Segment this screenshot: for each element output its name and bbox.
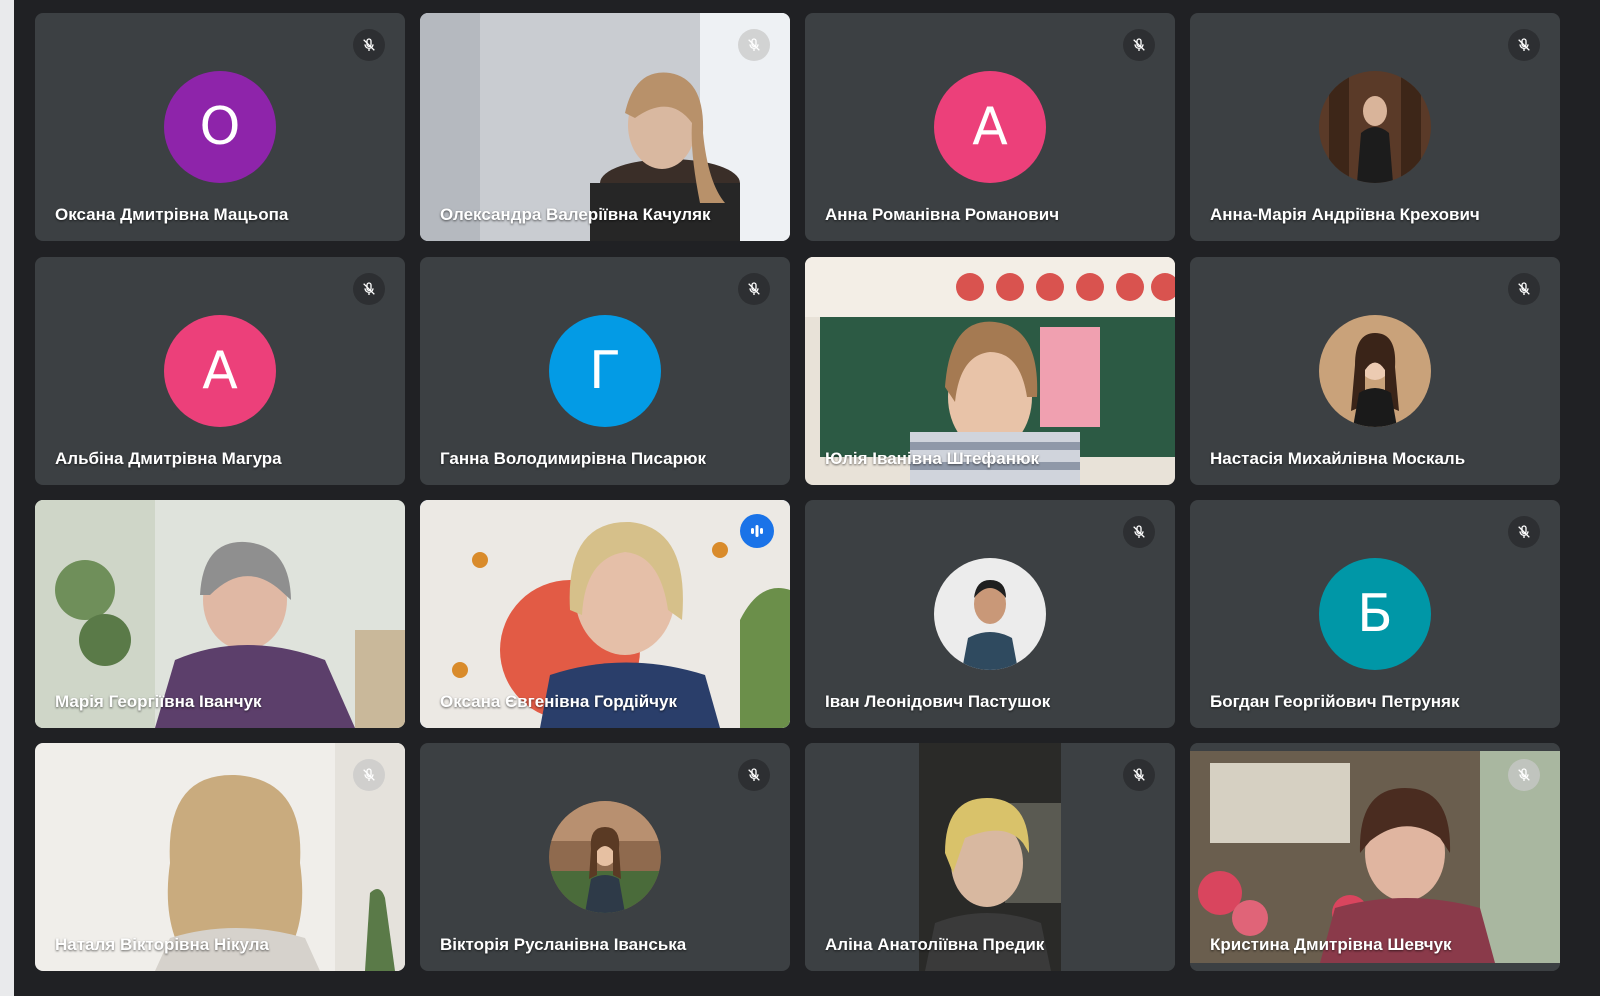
mic-off-icon <box>738 29 770 61</box>
participant-tile[interactable]: Анна-Марія Андріївна Крехович <box>1190 13 1560 241</box>
participant-tile[interactable]: Олександра Валеріївна Качуляк <box>420 13 790 241</box>
participant-name: Настасія Михайлівна Москаль <box>1210 449 1466 468</box>
participant-name: Наталя Вікторівна Нікула <box>55 935 269 954</box>
mic-off-icon <box>1123 29 1155 61</box>
participant-name: Альбіна Дмитрівна Магура <box>55 449 282 468</box>
avatar <box>549 801 661 913</box>
participant-tile[interactable]: Вікторія Русланівна Іванська <box>420 743 790 971</box>
participant-name: Богдан Георгійович Петруняк <box>1210 692 1460 711</box>
participant-tile[interactable]: Г Ганна Володимирівна Писарюк <box>420 257 790 485</box>
mic-off-icon <box>1123 516 1155 548</box>
avatar: Г <box>549 315 661 427</box>
participant-name: Юлія Іванівна Штефанюк <box>825 449 1040 468</box>
participant-name: Іван Леонідович Пастушок <box>825 692 1051 711</box>
participant-tile[interactable]: Б Богдан Георгійович Петруняк <box>1190 500 1560 728</box>
participant-tile[interactable]: А Анна Романівна Романович <box>805 13 1175 241</box>
participant-name: Оксана Дмитрівна Мацьопа <box>55 205 289 224</box>
participant-tile[interactable]: Аліна Анатоліївна Предик <box>805 743 1175 971</box>
participant-tile[interactable]: Іван Леонідович Пастушок <box>805 500 1175 728</box>
audio-level-icon <box>740 514 774 548</box>
participant-tile[interactable]: О Оксана Дмитрівна Мацьопа <box>35 13 405 241</box>
mic-off-icon <box>1508 759 1540 791</box>
window-edge <box>0 0 14 996</box>
mic-off-icon <box>1508 29 1540 61</box>
meeting-grid: О Оксана Дмитрівна Мацьопа Олександра Ва… <box>0 0 1600 996</box>
mic-off-icon <box>738 273 770 305</box>
participant-tile[interactable]: Настасія Михайлівна Москаль <box>1190 257 1560 485</box>
mic-off-icon <box>353 29 385 61</box>
participant-name: Анна Романівна Романович <box>825 205 1060 224</box>
participant-tile[interactable]: Кристина Дмитрівна Шевчук <box>1190 743 1560 971</box>
participant-tile[interactable]: Юлія Іванівна Штефанюк <box>805 257 1175 485</box>
participant-tile[interactable]: Наталя Вікторівна Нікула <box>35 743 405 971</box>
participant-tile[interactable]: Марія Георгіївна Іванчук <box>35 500 405 728</box>
avatar: О <box>164 71 276 183</box>
avatar <box>934 558 1046 670</box>
avatar <box>1319 315 1431 427</box>
participant-name: Анна-Марія Андріївна Крехович <box>1210 205 1480 224</box>
mic-off-icon <box>353 759 385 791</box>
participant-name: Кристина Дмитрівна Шевчук <box>1210 935 1452 954</box>
mic-off-icon <box>353 273 385 305</box>
participant-name: Марія Георгіївна Іванчук <box>55 692 262 711</box>
participant-name: Вікторія Русланівна Іванська <box>440 935 687 954</box>
participant-name: Олександра Валеріївна Качуляк <box>440 205 711 224</box>
mic-off-icon <box>1123 759 1155 791</box>
mic-off-icon <box>1508 273 1540 305</box>
participant-name: Аліна Анатоліївна Предик <box>825 935 1045 954</box>
participant-name: Оксана Євгенівна Гордійчук <box>440 692 677 711</box>
avatar: Б <box>1319 558 1431 670</box>
avatar: А <box>934 71 1046 183</box>
participant-tile-active-speaker[interactable]: Оксана Євгенівна Гордійчук <box>420 500 790 728</box>
avatar <box>1319 71 1431 183</box>
participant-name: Ганна Володимирівна Писарюк <box>440 449 707 468</box>
participant-tile[interactable]: А Альбіна Дмитрівна Магура <box>35 257 405 485</box>
mic-off-icon <box>738 759 770 791</box>
avatar: А <box>164 315 276 427</box>
mic-off-icon <box>1508 516 1540 548</box>
